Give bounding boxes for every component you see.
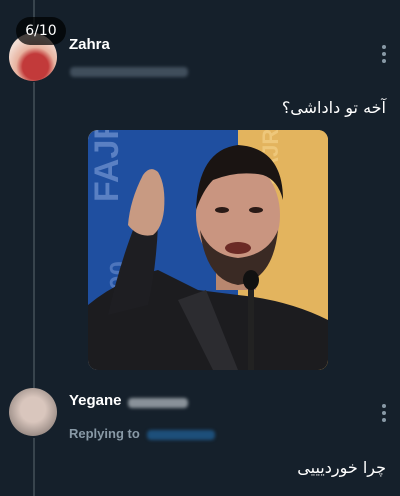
more-vertical-icon[interactable] [381,45,387,66]
author-name-redacted [128,398,188,408]
tweet-text: چرا خوردیییی [297,458,386,477]
author-name[interactable]: Zahra [69,36,110,53]
replying-to-label: Replying to [69,426,140,441]
tweet-text: آخه تو داداشی؟ [281,98,386,117]
author-name[interactable]: Yegane [69,392,122,409]
more-vertical-icon[interactable] [381,404,387,425]
author-handle-redacted [70,67,188,77]
thread-line-middle [33,82,35,388]
svg-text:FAJR: FAJR [88,130,126,202]
mention-link-redacted[interactable] [147,430,215,440]
thread-counter-badge: 6/10 [16,17,66,45]
thread-line-bottom [33,438,35,496]
photo-illustration: FAJR 00 FAJR [88,130,328,370]
avatar[interactable] [9,388,57,436]
tweet-image[interactable]: FAJR 00 FAJR [88,130,328,370]
